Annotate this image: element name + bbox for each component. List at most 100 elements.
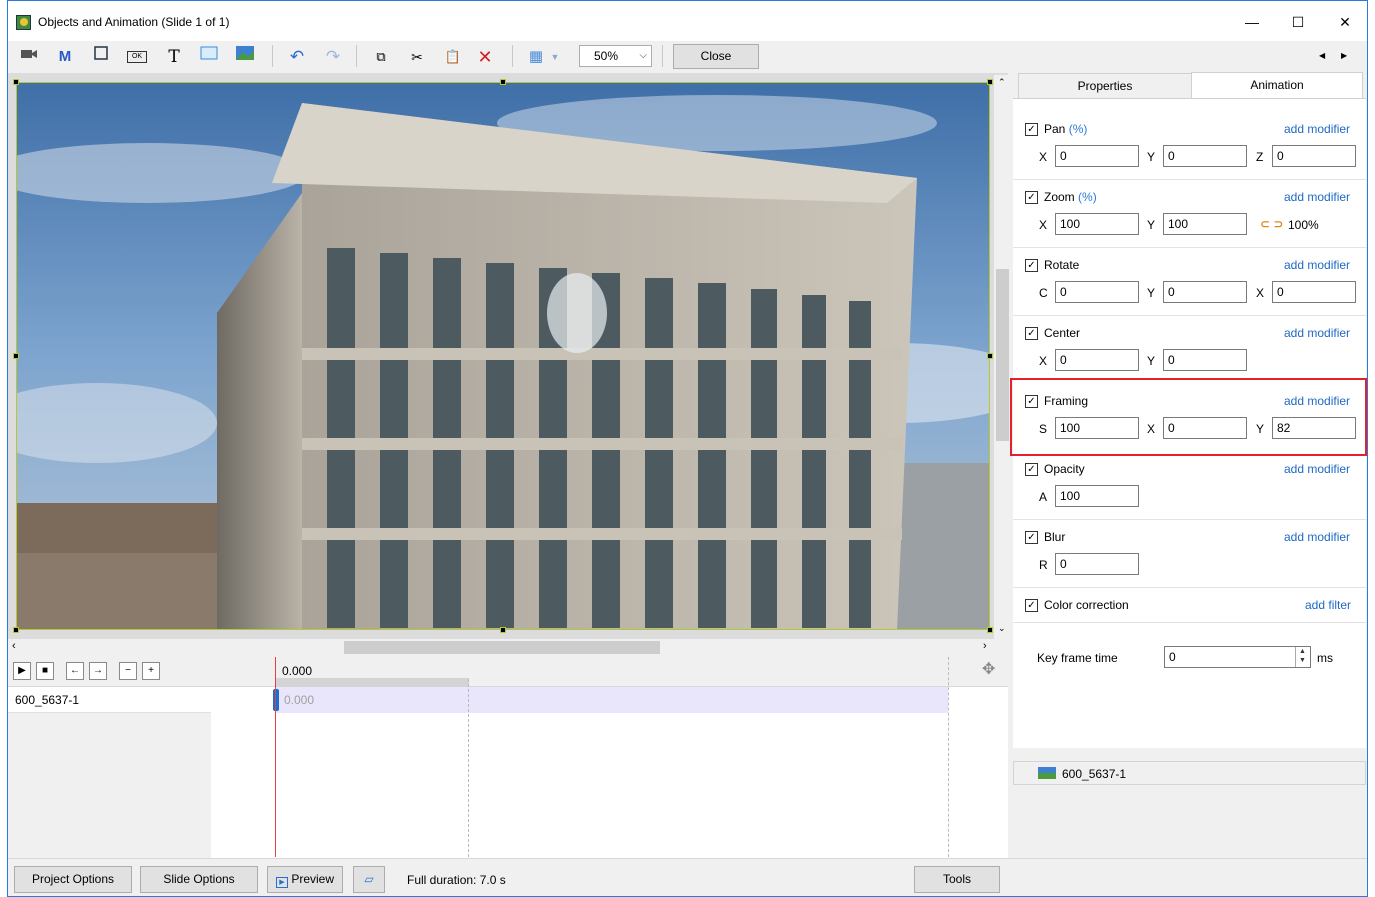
arrow-right-icon[interactable]: →: [89, 662, 107, 680]
grid-dropdown-icon[interactable]: ▼: [548, 45, 562, 69]
zoom-x-field[interactable]: 100: [1055, 213, 1139, 235]
resize-handle[interactable]: [500, 79, 506, 85]
preview-button[interactable]: ▶ Preview: [267, 866, 343, 893]
zoom-section: ✓ Zoom (%) add modifier X 100 Y 100 ⊂ ⊃ …: [1013, 181, 1366, 248]
resize-handle[interactable]: [13, 79, 19, 85]
timeline-object-bar[interactable]: [275, 687, 948, 713]
timeline-time-header: 0.000: [282, 664, 313, 678]
timeline-object-label[interactable]: 600_5637-1: [15, 693, 79, 707]
pan-label: Pan (%): [1044, 122, 1087, 136]
color-correction-checkbox[interactable]: ✓: [1025, 599, 1038, 612]
toolbar-separator: [272, 45, 273, 67]
resize-handle[interactable]: [13, 627, 19, 633]
center-add-modifier-link[interactable]: add modifier: [1284, 326, 1350, 340]
eraser-button[interactable]: ⏥: [353, 866, 385, 893]
scroll-up-icon[interactable]: ⌃: [998, 77, 1006, 88]
resize-handle[interactable]: [987, 79, 993, 85]
image-thumbnail-icon: [1038, 767, 1056, 779]
nav-left-icon[interactable]: ◀: [1319, 51, 1325, 60]
center-x-label: X: [1039, 354, 1048, 368]
pan-checkbox[interactable]: ✓: [1025, 123, 1038, 136]
vertical-scroll-thumb[interactable]: [996, 269, 1009, 441]
center-checkbox[interactable]: ✓: [1025, 327, 1038, 340]
copy-icon[interactable]: ⧉: [368, 45, 394, 69]
image-icon[interactable]: [232, 45, 258, 69]
project-options-button[interactable]: Project Options: [14, 866, 132, 893]
blur-r-field[interactable]: 0: [1055, 553, 1139, 575]
pan-z-field[interactable]: 0: [1272, 145, 1356, 167]
preview-label: Preview: [291, 872, 335, 886]
close-button[interactable]: Close: [673, 44, 759, 69]
slide-photo[interactable]: [16, 82, 990, 630]
mask-icon[interactable]: M: [52, 45, 78, 69]
slide-options-button[interactable]: Slide Options: [140, 866, 258, 893]
zoom-add-modifier-link[interactable]: add modifier: [1284, 190, 1350, 204]
delete-icon[interactable]: ✕: [472, 45, 498, 69]
window-close-button[interactable]: ✕: [1330, 11, 1360, 33]
scroll-down-icon[interactable]: ⌄: [998, 623, 1006, 634]
resize-handle[interactable]: [987, 627, 993, 633]
tools-button[interactable]: Tools: [914, 866, 1000, 893]
horizontal-scroll-thumb[interactable]: [344, 641, 660, 654]
opacity-a-field[interactable]: 100: [1055, 485, 1139, 507]
opacity-add-modifier-link[interactable]: add modifier: [1284, 462, 1350, 476]
zoom-select[interactable]: 50% ⌵: [579, 45, 652, 67]
center-y-field[interactable]: 0: [1163, 349, 1247, 371]
rotate-c-field[interactable]: 0: [1055, 281, 1139, 303]
pan-y-label: Y: [1147, 150, 1156, 164]
blur-add-modifier-link[interactable]: add modifier: [1284, 530, 1350, 544]
center-x-field[interactable]: 0: [1055, 349, 1139, 371]
rectangle-icon[interactable]: [196, 45, 222, 69]
scroll-right-icon[interactable]: ›: [983, 640, 987, 652]
text-icon[interactable]: T: [161, 45, 187, 69]
zoom-ratio: 100%: [1288, 218, 1319, 232]
frame-icon[interactable]: [88, 45, 114, 69]
center-section: ✓ Center add modifier X 0 Y 0: [1013, 317, 1366, 380]
resize-handle[interactable]: [987, 353, 993, 359]
move-icon[interactable]: ✥: [982, 659, 995, 679]
rotate-add-modifier-link[interactable]: add modifier: [1284, 258, 1350, 272]
zoom-checkbox[interactable]: ✓: [1025, 191, 1038, 204]
nav-right-icon[interactable]: ▶: [1341, 51, 1347, 60]
rotate-y-field[interactable]: 0: [1163, 281, 1247, 303]
minus-icon[interactable]: −: [119, 662, 137, 680]
link-chain-icon[interactable]: ⊂ ⊃: [1260, 217, 1283, 231]
button-object-icon[interactable]: OK: [124, 45, 150, 69]
camera-icon[interactable]: [16, 45, 42, 69]
undo-icon[interactable]: ↶: [284, 45, 310, 69]
play-icon[interactable]: ▶: [13, 662, 31, 680]
rotate-x-field[interactable]: 0: [1272, 281, 1356, 303]
maximize-button[interactable]: ☐: [1283, 11, 1313, 33]
zoom-y-field[interactable]: 100: [1163, 213, 1247, 235]
pan-y-field[interactable]: 0: [1163, 145, 1247, 167]
opacity-checkbox[interactable]: ✓: [1025, 463, 1038, 476]
stop-icon[interactable]: ■: [36, 662, 54, 680]
tab-animation[interactable]: Animation: [1191, 72, 1363, 99]
keyframe-time-field[interactable]: 0: [1164, 646, 1311, 668]
add-filter-link[interactable]: add filter: [1305, 598, 1351, 612]
redo-icon[interactable]: ↷: [320, 45, 346, 69]
paste-icon[interactable]: 📋: [440, 45, 466, 69]
pan-x-field[interactable]: 0: [1055, 145, 1139, 167]
minimize-button[interactable]: —: [1237, 11, 1267, 33]
timeline-guide: [468, 679, 469, 857]
tab-properties[interactable]: Properties: [1018, 73, 1192, 98]
zoom-y-label: Y: [1147, 218, 1156, 232]
keyframe-marker[interactable]: [273, 689, 279, 711]
arrow-left-icon[interactable]: ←: [66, 662, 84, 680]
blur-checkbox[interactable]: ✓: [1025, 531, 1038, 544]
plus-icon[interactable]: +: [142, 662, 160, 680]
rotate-checkbox[interactable]: ✓: [1025, 259, 1038, 272]
resize-handle[interactable]: [13, 353, 19, 359]
scroll-left-icon[interactable]: ‹: [12, 640, 16, 652]
pan-add-modifier-link[interactable]: add modifier: [1284, 122, 1350, 136]
eraser-icon: ⏥: [364, 872, 374, 886]
grid-icon[interactable]: ▦: [523, 45, 549, 69]
playhead[interactable]: [275, 657, 276, 857]
framing-highlight-box: [1010, 378, 1367, 456]
resize-handle[interactable]: [500, 627, 506, 633]
cut-icon[interactable]: ✂: [404, 45, 430, 69]
app-window: Objects and Animation (Slide 1 of 1) — ☐…: [7, 0, 1368, 897]
timeline-row-time: 0.000: [284, 693, 315, 707]
spin-arrows-icon[interactable]: ▲ ▼: [1295, 647, 1309, 667]
